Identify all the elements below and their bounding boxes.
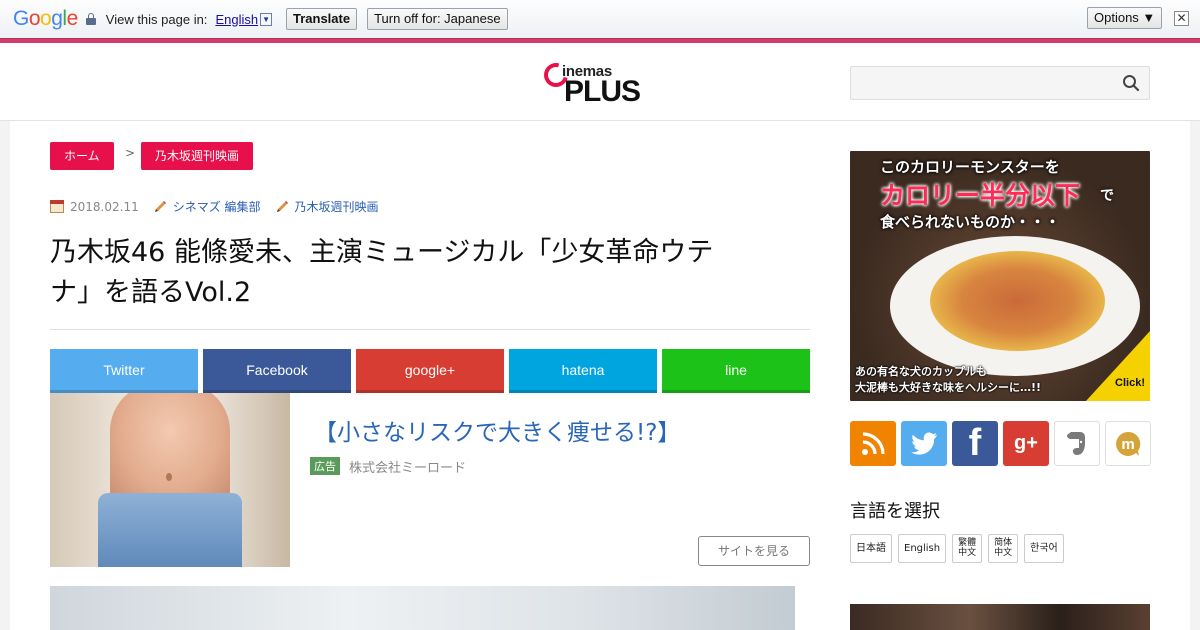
lang-line: 中文 [958, 548, 977, 558]
share-googleplus-button[interactable]: google+ [356, 349, 504, 393]
translate-bar: Google View this page in: English ▼ Tran… [0, 0, 1200, 38]
article-meta: 2018.02.11 シネマズ 編集部 乃木坂週刊映画 [50, 198, 393, 215]
title-line-2: ナ」を語るVol.2 [50, 277, 252, 308]
options-button[interactable]: Options ▼ [1087, 7, 1163, 29]
facebook-icon[interactable]: f [952, 421, 998, 466]
author-link[interactable]: シネマズ 編集部 [173, 198, 261, 215]
site-logo[interactable]: inemas PLUS [539, 58, 644, 108]
twitter-icon[interactable] [901, 421, 947, 466]
pencil-icon [154, 200, 166, 212]
breadcrumb-separator: > [125, 146, 136, 160]
calendar-icon [50, 200, 64, 213]
logo-big-text: PLUS [564, 75, 641, 108]
post-date: 2018.02.11 [70, 199, 139, 214]
main-content: ホーム > 乃木坂週刊映画 2018.02.11 シネマズ 編集部 乃木坂週刊映… [10, 121, 1190, 630]
follow-icons: f g+ m [850, 421, 1156, 466]
divider [50, 329, 810, 330]
article-photo [50, 586, 795, 630]
article-title: 乃木坂46 能條愛未、主演ミュージカル「少女革命ウテ ナ」を語るVol.2 [50, 233, 810, 313]
language-korean[interactable]: 한국어 [1024, 534, 1064, 563]
search-icon[interactable] [1122, 74, 1140, 92]
banner-line-1: このカロリーモンスターを [880, 158, 1060, 176]
lang-line: 繁體 [958, 538, 977, 548]
lock-icon [85, 13, 96, 25]
search-input[interactable] [850, 66, 1150, 100]
banner-bottom-1: あの有名な犬のカップルも [855, 365, 987, 378]
title-line-1: 乃木坂46 能條愛未、主演ミュージカル「少女革命ウテ [50, 237, 714, 268]
banner-line-2-suffix: で [1100, 188, 1114, 204]
category-link[interactable]: 乃木坂週刊映画 [295, 198, 379, 215]
language-english[interactable]: English [898, 534, 947, 563]
sidebar-photo [850, 604, 1150, 630]
google-logo: Google [13, 7, 78, 30]
sidebar-ad-banner[interactable]: このカロリーモンスターを カロリー半分以下 で 食べられないものか・・・ あの有… [850, 151, 1150, 401]
lang-line: 中文 [994, 548, 1013, 558]
language-link[interactable]: English [215, 12, 258, 27]
share-facebook-button[interactable]: Facebook [203, 349, 351, 393]
share-buttons: Twitter Facebook google+ hatena line [50, 349, 815, 393]
ad-advertiser: 株式会社ミーロード [349, 461, 467, 476]
evernote-icon[interactable] [1054, 421, 1100, 466]
sponsored-ad[interactable]: 【小さなリスクで大きく痩せる!?】 広告 株式会社ミーロード サイトを見る [50, 393, 810, 567]
ad-headline[interactable]: 【小さなリスクで大きく痩せる!?】 [314, 413, 680, 447]
share-line-button[interactable]: line [662, 349, 810, 393]
language-traditional-chinese[interactable]: 繁體 中文 [952, 534, 983, 563]
rss-icon[interactable] [850, 421, 896, 466]
breadcrumb-home[interactable]: ホーム [50, 142, 114, 170]
mixi-icon[interactable]: m [1105, 421, 1151, 466]
lang-line: 简体 [994, 538, 1013, 548]
language-options: 日本語 English 繁體 中文 简体 中文 한국어 [850, 534, 1070, 563]
visit-site-button[interactable]: サイトを見る [698, 536, 810, 566]
chevron-down-icon[interactable]: ▼ [260, 12, 272, 26]
turn-off-button[interactable]: Turn off for: Japanese [367, 8, 508, 30]
language-simplified-chinese[interactable]: 简体 中文 [988, 534, 1019, 563]
banner-line-2: カロリー半分以下 [880, 181, 1081, 210]
banner-bottom-2: 大泥棒も大好きな味をヘルシーに…!! [855, 381, 1042, 394]
breadcrumb-category[interactable]: 乃木坂週刊映画 [141, 142, 254, 170]
click-label[interactable]: Click! [1115, 377, 1145, 389]
site-header: inemas PLUS [0, 43, 1200, 121]
close-icon[interactable]: ✕ [1174, 11, 1189, 26]
translate-button[interactable]: Translate [286, 8, 358, 30]
share-twitter-button[interactable]: Twitter [50, 349, 198, 393]
view-page-label: View this page in: [105, 11, 208, 27]
banner-line-3: 食べられないものか・・・ [880, 213, 1061, 231]
googleplus-icon[interactable]: g+ [1003, 421, 1049, 466]
language-select-title: 言語を選択 [850, 501, 940, 522]
share-hatena-button[interactable]: hatena [509, 349, 657, 393]
language-japanese[interactable]: 日本語 [850, 534, 892, 563]
ad-image[interactable] [50, 393, 290, 567]
mixi-letter: m [1121, 436, 1134, 453]
ad-badge: 広告 [310, 457, 340, 475]
pencil-icon [276, 200, 288, 212]
